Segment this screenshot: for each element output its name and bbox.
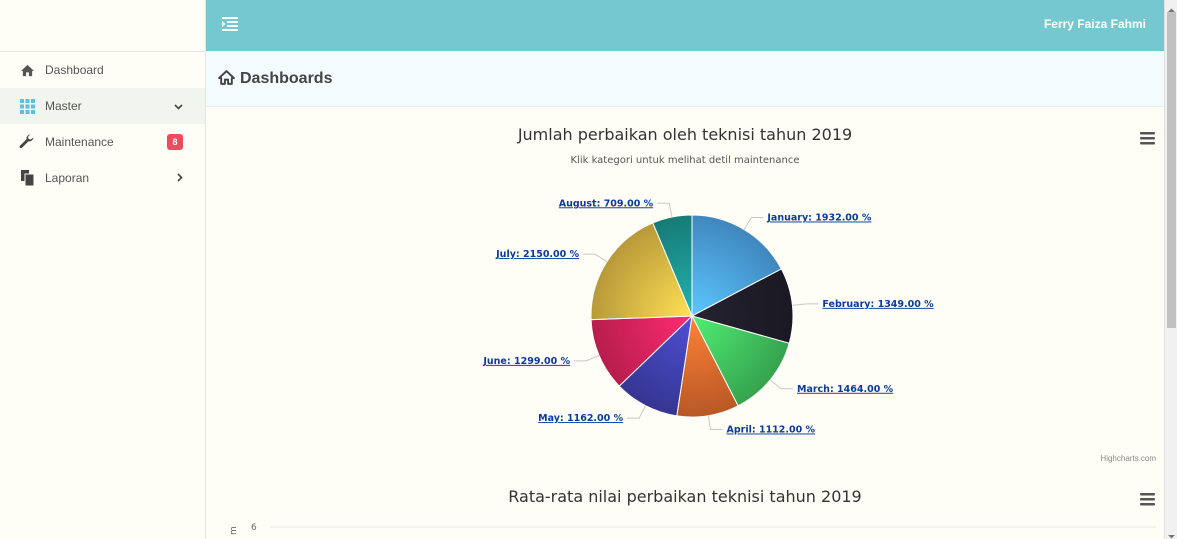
pie-connector (792, 303, 819, 306)
y-axis-label: m (229, 526, 239, 535)
sidebar-item-label: Dashboard (45, 63, 104, 77)
pie-data-label[interactable]: February: 1349.00 % (822, 299, 934, 310)
top-navbar: Ferry Faiza Fahmi (206, 0, 1164, 51)
home-icon (218, 69, 236, 88)
pie-connector (743, 217, 764, 230)
pie-data-label[interactable]: March: 1464.00 % (797, 384, 894, 395)
chart-title-2: Rata-rata nilai perbaikan teknisi tahun … (508, 487, 862, 506)
scroll-down-icon[interactable] (1167, 528, 1176, 539)
pie-data-label[interactable]: May: 1162.00 % (538, 413, 623, 424)
page-header: Dashboards (206, 51, 1164, 107)
files-icon (18, 169, 36, 187)
pie-connector (583, 253, 608, 263)
home-icon (18, 61, 36, 79)
pie-connector (574, 355, 600, 362)
sidebar-item-label: Laporan (45, 171, 90, 185)
pie-connector (627, 405, 647, 419)
y-tick-label: 6 (251, 523, 257, 533)
chart-menu-icon-2[interactable] (1140, 493, 1156, 507)
sidebar-item-label: Master (45, 99, 82, 113)
scroll-thumb[interactable] (1167, 12, 1176, 328)
scroll-up-icon[interactable] (1167, 2, 1176, 12)
sidebar-item-maintenance[interactable]: Maintenance 8 (0, 124, 205, 160)
notification-badge: 8 (167, 134, 183, 150)
chevron-right-icon (177, 171, 183, 185)
page-title: Dashboards (240, 69, 333, 87)
pie-connector (657, 202, 673, 218)
chevron-down-icon (174, 99, 183, 113)
pie-data-label[interactable]: January: 1932.00 % (766, 213, 871, 224)
sidebar: Dashboard Master Maintenance 8 Laporan (0, 0, 206, 539)
pie-chart: January: 1932.00 % February: 1349.00 % Mar… (482, 198, 934, 436)
sidebar-item-dashboard[interactable]: Dashboard (0, 52, 205, 88)
bar-chart-partial: 6 m (229, 523, 1156, 535)
main-content: Jumlah perbaikan oleh teknisi tahun 2019… (206, 107, 1164, 539)
menu-toggle-icon[interactable] (222, 17, 238, 33)
pie-connector (707, 415, 723, 430)
user-menu[interactable]: Ferry Faiza Fahmi (1044, 17, 1146, 31)
wrench-icon (18, 133, 36, 151)
pie-connector (769, 379, 793, 390)
sidebar-item-label: Maintenance (45, 135, 114, 149)
pie-data-label[interactable]: August: 709.00 % (559, 198, 654, 209)
grid-icon (18, 97, 36, 115)
page-scrollbar[interactable] (1164, 0, 1177, 539)
pie-data-label[interactable]: July: 2150.00 % (495, 249, 579, 260)
chart-credits[interactable]: Highcharts.com (1100, 454, 1156, 463)
pie-data-label[interactable]: June: 1299.00 % (482, 356, 570, 367)
sidebar-item-master[interactable]: Master (0, 88, 205, 124)
sidebar-item-laporan[interactable]: Laporan (0, 160, 205, 196)
sidebar-brand (0, 0, 205, 52)
pie-data-label[interactable]: April: 1112.00 % (727, 425, 816, 436)
